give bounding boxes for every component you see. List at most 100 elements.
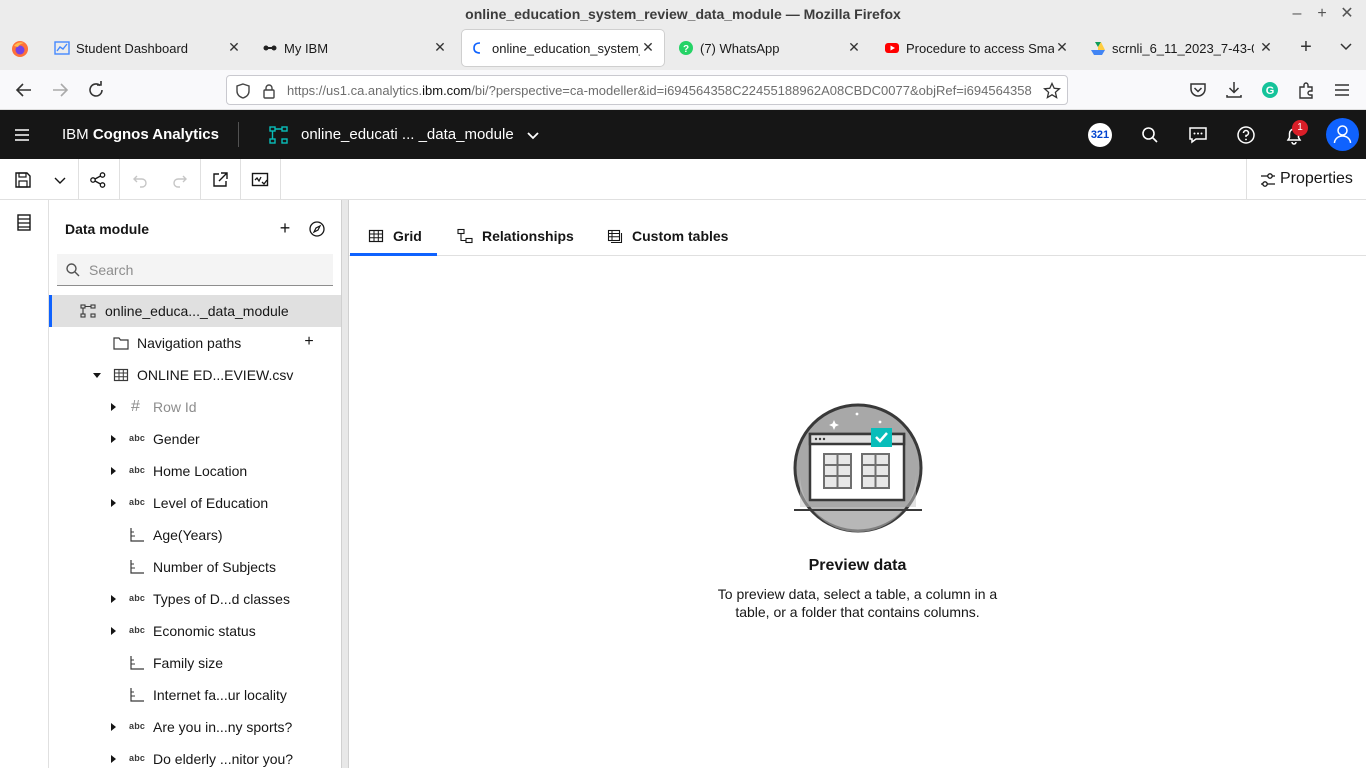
tree-item-column[interactable]: Number of Subjects <box>49 551 341 583</box>
left-rail <box>0 200 49 768</box>
maximize-button[interactable]: + <box>1312 4 1332 24</box>
relink-compass-icon[interactable] <box>308 220 326 238</box>
downloads-icon[interactable] <box>1223 79 1245 101</box>
properties-button[interactable]: Properties <box>1246 159 1366 199</box>
measure-icon <box>129 687 145 703</box>
toolbar-divider <box>119 159 120 199</box>
close-tab-icon[interactable]: ✕ <box>226 39 242 55</box>
close-tab-icon[interactable]: ✕ <box>846 39 862 55</box>
list-tabs-chevron-icon[interactable] <box>1338 39 1354 55</box>
tab-grid[interactable]: Grid <box>350 218 437 256</box>
menu-hamburger-icon[interactable] <box>1331 79 1353 101</box>
assistant-chat-icon[interactable] <box>1187 124 1209 146</box>
caret-down-icon[interactable] <box>91 369 103 381</box>
user-avatar[interactable] <box>1326 118 1359 151</box>
close-tab-icon[interactable]: ✕ <box>1258 39 1274 55</box>
tree-item-column[interactable]: Internet fa...ur locality <box>49 679 341 711</box>
tree-item-label: ONLINE ED...EVIEW.csv <box>137 367 294 383</box>
tree-item-column[interactable]: abc Types of D...d classes <box>49 583 341 615</box>
grammarly-icon[interactable]: G <box>1259 79 1281 101</box>
minimize-button[interactable]: – <box>1287 4 1307 24</box>
tree-item-column[interactable]: abc Level of Education <box>49 487 341 519</box>
data-module-icon <box>268 124 290 146</box>
module-name[interactable]: online_educati ... _data_module <box>301 126 514 143</box>
browser-tab-whatsapp[interactable]: ? (7) WhatsApp ✕ <box>670 30 872 66</box>
caret-right-icon[interactable] <box>107 753 119 765</box>
reload-button[interactable] <box>85 79 107 101</box>
browser-tab-student-dashboard[interactable]: Student Dashboard ✕ <box>46 30 248 66</box>
open-new-window-icon[interactable] <box>210 170 230 190</box>
tree-item-column[interactable]: abc Economic status <box>49 615 341 647</box>
empty-state-description: To preview data, select a table, a colum… <box>717 586 998 620</box>
tree-item-column[interactable]: abc Home Location <box>49 455 341 487</box>
tree-item-label: Internet fa...ur locality <box>153 687 287 703</box>
sources-panel-icon[interactable] <box>14 212 34 232</box>
pocket-icon[interactable] <box>1187 79 1209 101</box>
browser-tab-online-education[interactable]: online_education_system_r ✕ <box>462 30 664 66</box>
close-tab-icon[interactable]: ✕ <box>1054 39 1070 55</box>
new-tab-button[interactable]: + <box>1296 37 1316 57</box>
tree-item-label: online_educa..._data_module <box>105 303 289 319</box>
caret-right-icon[interactable] <box>107 465 119 477</box>
cognos-icon <box>470 40 486 56</box>
tree-item-column[interactable]: abc Gender <box>49 423 341 455</box>
tree-item-column[interactable]: abc Do elderly ...nitor you? <box>49 743 341 775</box>
sliders-icon <box>1259 171 1277 189</box>
tab-custom-tables[interactable]: Custom tables <box>599 218 739 255</box>
grid-icon <box>368 228 384 244</box>
share-icon[interactable] <box>88 170 108 190</box>
chevron-down-icon[interactable] <box>524 126 542 144</box>
tab-label: online_education_system_r <box>492 41 640 56</box>
panel-resize-handle[interactable] <box>341 200 349 768</box>
bookmark-star-icon[interactable] <box>1043 82 1061 100</box>
caret-right-icon[interactable] <box>107 401 119 413</box>
url-bar[interactable]: https://us1.ca.analytics.ibm.com/bi/?per… <box>226 75 1068 105</box>
text-type-icon: abc <box>129 497 146 507</box>
add-source-button[interactable]: + <box>277 219 293 237</box>
browser-tab-strip: Student Dashboard ✕ My IBM ✕ online_educ… <box>0 28 1366 70</box>
app-menu-icon[interactable] <box>12 125 32 145</box>
tree-item-column[interactable]: # Row Id <box>49 391 341 423</box>
shield-icon[interactable] <box>235 83 251 99</box>
firefox-icon[interactable] <box>10 39 30 59</box>
back-button[interactable] <box>13 79 35 101</box>
save-icon[interactable] <box>13 170 33 190</box>
extensions-icon[interactable] <box>1295 79 1317 101</box>
tab-relationships[interactable]: Relationships <box>449 218 583 255</box>
close-window-button[interactable]: ✕ <box>1337 4 1357 24</box>
brand-title: IBM Cognos Analytics <box>62 126 219 143</box>
redo-icon[interactable] <box>170 170 190 190</box>
tree-item-navigation-paths[interactable]: Navigation paths + <box>49 327 341 359</box>
search-input[interactable]: Search <box>57 254 333 286</box>
browser-tab-scrnli[interactable]: scrnli_6_11_2023_7-43-00 F ✕ <box>1082 30 1280 66</box>
search-icon[interactable] <box>1139 124 1161 146</box>
svg-text:?: ? <box>683 44 689 55</box>
tree-item-table[interactable]: ONLINE ED...EVIEW.csv <box>49 359 341 391</box>
tab-label: Procedure to access Smart <box>906 41 1054 56</box>
tab-label: Student Dashboard <box>76 41 189 56</box>
browser-tab-procedure[interactable]: Procedure to access Smart ✕ <box>876 30 1078 66</box>
tree-item-label: Home Location <box>153 463 248 479</box>
close-tab-icon[interactable]: ✕ <box>640 39 656 55</box>
forward-button[interactable] <box>49 79 71 101</box>
lock-icon[interactable] <box>261 83 277 99</box>
browser-tab-my-ibm[interactable]: My IBM ✕ <box>254 30 456 66</box>
caret-right-icon[interactable] <box>107 593 119 605</box>
caret-right-icon[interactable] <box>107 497 119 509</box>
caret-right-icon[interactable] <box>107 433 119 445</box>
count-badge[interactable]: 321 <box>1088 123 1112 147</box>
validate-icon[interactable] <box>250 170 270 190</box>
folder-icon <box>113 335 129 351</box>
tree-item-data-module[interactable]: online_educa..._data_module <box>49 295 341 327</box>
add-navigation-path-button[interactable]: + <box>302 334 316 350</box>
undo-icon[interactable] <box>130 170 150 190</box>
tree-item-column[interactable]: Family size <box>49 647 341 679</box>
save-options-chevron-icon[interactable] <box>50 170 70 190</box>
help-icon[interactable] <box>1235 124 1257 146</box>
close-tab-icon[interactable]: ✕ <box>432 39 448 55</box>
caret-right-icon[interactable] <box>107 721 119 733</box>
caret-right-icon[interactable] <box>107 625 119 637</box>
tree-item-column[interactable]: abc Are you in...ny sports? <box>49 711 341 743</box>
tab-label: Grid <box>393 228 422 244</box>
tree-item-column[interactable]: Age(Years) <box>49 519 341 551</box>
